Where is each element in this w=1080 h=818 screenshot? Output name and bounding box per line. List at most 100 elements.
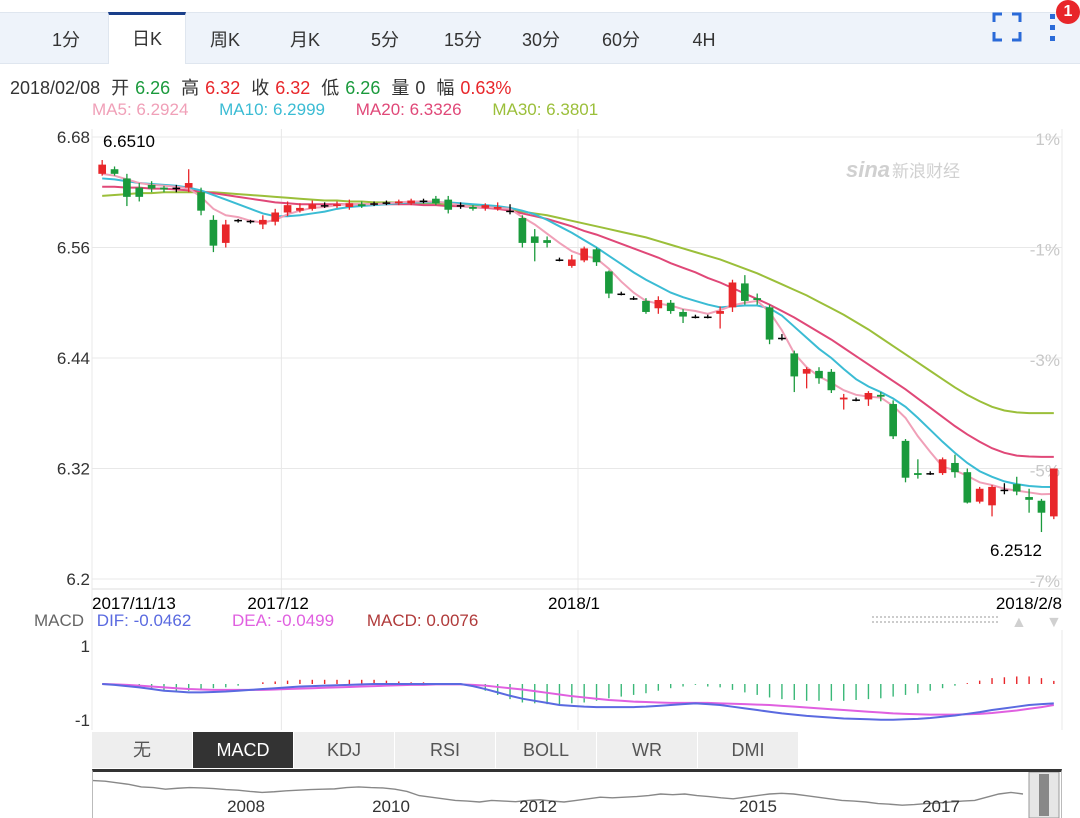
candle-body — [592, 249, 601, 263]
candle-body — [147, 184, 156, 189]
watermark-text: 新浪财经 — [892, 162, 960, 181]
candle-body — [481, 205, 490, 208]
candle-body — [123, 178, 131, 197]
candle-body — [654, 299, 663, 309]
indicator-tab-5[interactable]: WR — [597, 732, 698, 768]
candle-body — [98, 164, 107, 174]
candle-body — [605, 271, 613, 294]
overview-year-label: 2015 — [739, 797, 777, 816]
candle-body — [753, 298, 762, 300]
candle-body — [197, 192, 205, 211]
candle-body — [394, 201, 403, 204]
x-tick-label: 2018/1 — [548, 594, 600, 613]
candle-body — [493, 206, 502, 209]
candle-body — [419, 200, 428, 203]
candle-body — [1000, 489, 1009, 492]
candle-body — [259, 219, 267, 225]
candle-body — [160, 187, 168, 190]
candle-body — [530, 236, 539, 243]
dif-legend: DIF: -0.0462 — [96, 611, 192, 630]
candle-body — [345, 203, 354, 207]
candle-body — [407, 200, 415, 204]
candle-body — [333, 204, 341, 207]
candle-body — [234, 219, 242, 222]
candle-body — [827, 371, 836, 391]
macd-y-tick: -1 — [75, 711, 90, 730]
sina-logo: sina — [846, 157, 890, 182]
candle-body — [1012, 484, 1021, 492]
overview-year-label: 2010 — [372, 797, 410, 816]
min-price-label: 6.2512 — [990, 541, 1042, 560]
macd-title: MACD — [34, 611, 85, 630]
candle-body — [728, 282, 737, 308]
y-tick-label: 6.2 — [66, 570, 90, 589]
candle-body — [209, 219, 218, 246]
candle-body — [679, 311, 687, 317]
candle-body — [456, 205, 465, 207]
candle-body — [963, 472, 972, 503]
candle-body — [271, 212, 280, 222]
candle-body — [172, 187, 181, 190]
indicator-bar: 无 MACD KDJ RSI BOLL WR DMI — [0, 732, 888, 768]
candle-body — [876, 394, 885, 397]
pct-tick-label: 1% — [1035, 130, 1060, 149]
candle-body — [221, 224, 230, 243]
dea-legend: DEA: -0.0499 — [232, 611, 335, 630]
candle-body — [642, 300, 650, 312]
pct-tick-label: -7% — [1030, 572, 1060, 591]
candle-body — [901, 440, 910, 478]
candle-body — [666, 302, 675, 312]
indicator-tab-3[interactable]: RSI — [395, 732, 496, 768]
candle-body — [765, 307, 774, 340]
candle-body — [951, 462, 959, 473]
scroll-up-icon[interactable]: ▲ — [1011, 614, 1027, 631]
candle-body — [110, 169, 119, 174]
candle-body — [469, 206, 477, 209]
candle-body — [975, 488, 984, 502]
candle-body — [580, 248, 589, 261]
candle-body — [790, 353, 799, 377]
candle-body — [926, 473, 935, 475]
indicator-tab-0[interactable]: 无 — [92, 732, 193, 768]
candle-body — [543, 240, 551, 243]
candle-body — [370, 203, 378, 205]
candle-body — [839, 397, 848, 400]
candle-body — [1049, 468, 1058, 517]
pct-tick-label: -3% — [1030, 351, 1060, 370]
overview-navigator[interactable]: 2008 2010 2012 2015 2017 — [92, 769, 1062, 818]
macd-y-tick: 1 — [81, 637, 90, 656]
candle-body — [506, 210, 514, 213]
indicator-tab-6[interactable]: DMI — [698, 732, 799, 768]
candle-body — [567, 259, 576, 266]
candle-body — [432, 198, 440, 204]
candle-body — [703, 316, 712, 319]
candle-body — [889, 404, 897, 437]
overview-handle[interactable] — [1039, 774, 1049, 816]
candle-body — [852, 399, 860, 401]
pct-tick-label: -1% — [1030, 241, 1060, 260]
max-price-label: 6.6510 — [103, 132, 155, 151]
kline-chart[interactable]: 6.686.566.446.326.21%-1%-3%-5%-7%2017/11… — [0, 0, 1080, 818]
candle-body — [778, 337, 786, 340]
candle-body — [988, 486, 996, 506]
candle-body — [246, 220, 255, 223]
candle-body — [691, 316, 700, 319]
candle-body — [444, 199, 453, 210]
candle-body — [1025, 497, 1033, 500]
candle-body — [741, 283, 749, 301]
x-tick-label: 2018/2/8 — [996, 594, 1062, 613]
scroll-down-icon[interactable]: ▼ — [1046, 614, 1062, 631]
indicator-tab-2[interactable]: KDJ — [294, 732, 395, 768]
macd-legend: MACD DIF: -0.0462 DEA: -0.0499 MACD: 0.0… — [34, 611, 478, 631]
indicator-tab-1[interactable]: MACD — [193, 732, 294, 768]
candle-body — [296, 207, 304, 211]
candle-body — [617, 293, 626, 296]
y-tick-label: 6.44 — [57, 349, 90, 368]
candle-body — [382, 202, 391, 204]
candle-body — [518, 218, 527, 243]
overview-year-label: 2012 — [519, 797, 557, 816]
y-tick-label: 6.32 — [57, 460, 90, 479]
indicator-tab-4[interactable]: BOLL — [496, 732, 597, 768]
y-tick-label: 6.68 — [57, 128, 90, 147]
candle-body — [802, 369, 811, 374]
